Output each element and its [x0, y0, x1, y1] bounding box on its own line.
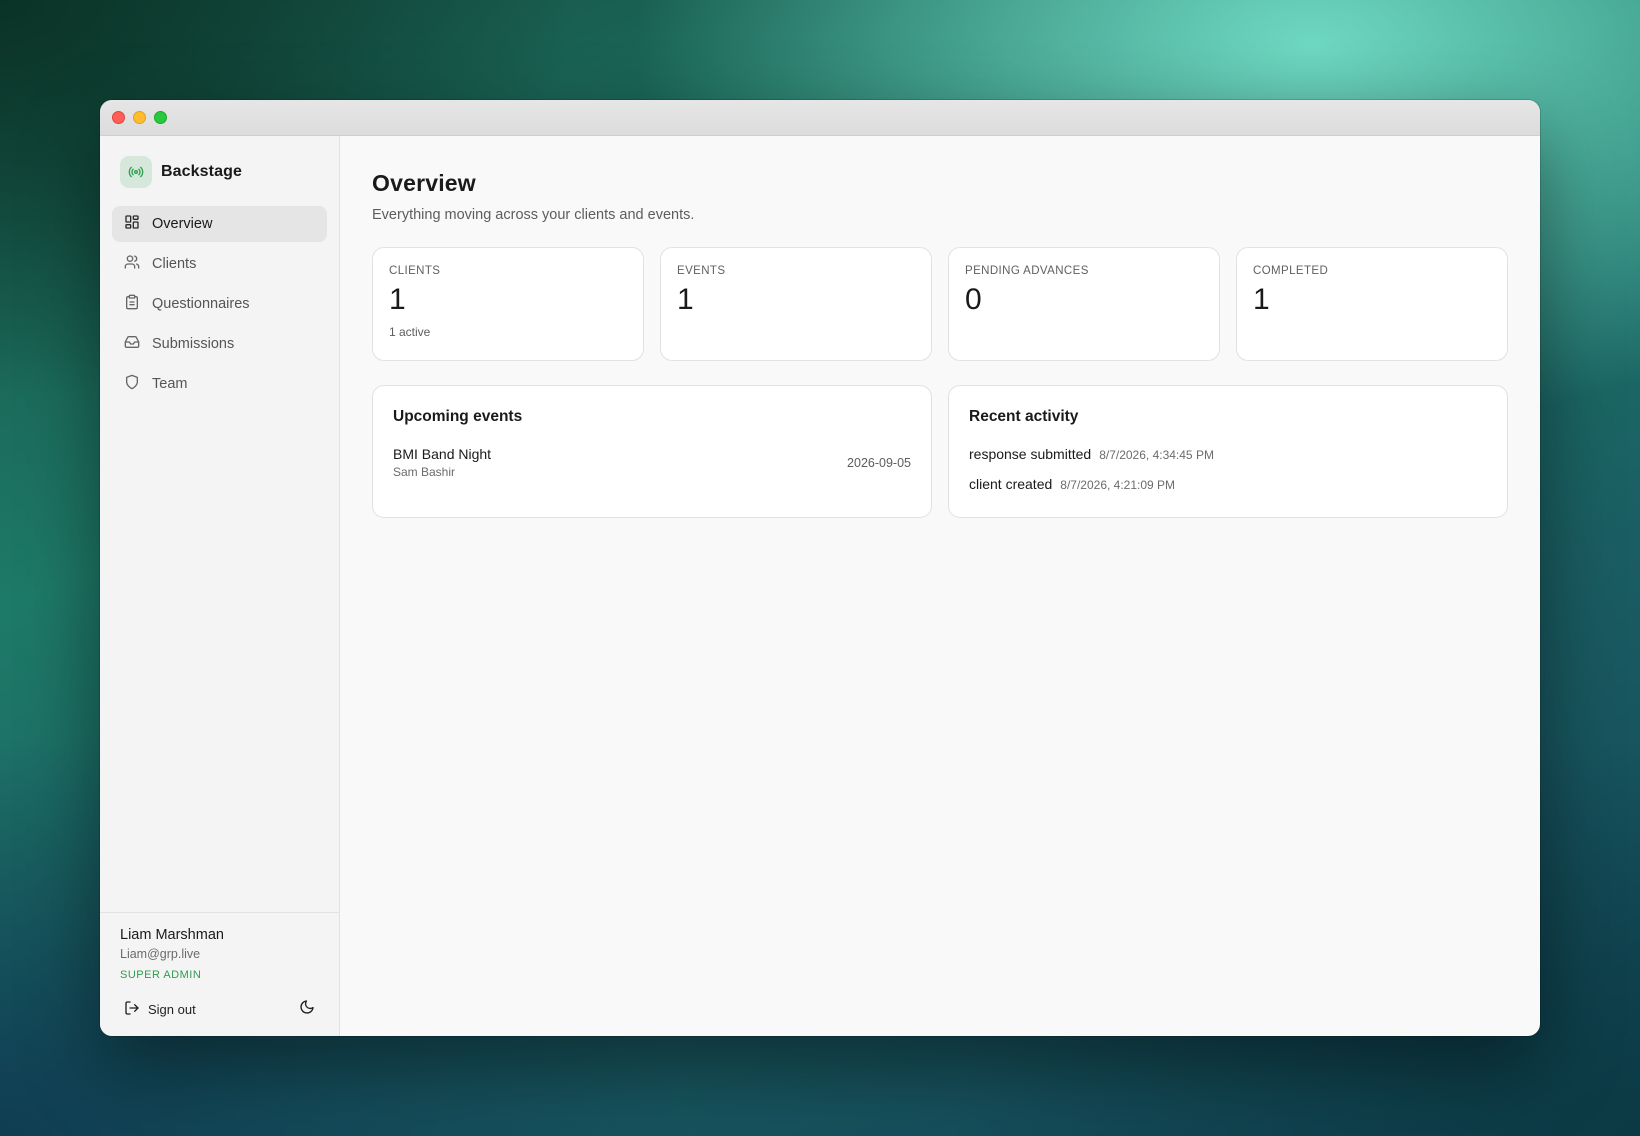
page-title: Overview [372, 170, 476, 196]
app-window: Backstage Overview Clients Questionnaire… [100, 100, 1540, 1036]
panel-title: Recent activity [969, 408, 1079, 425]
user-role-badge: SUPER ADMIN [120, 969, 202, 981]
event-date: 2026-09-05 [847, 455, 911, 470]
panels-grid: Upcoming events BMI Band Night Sam Bashi… [372, 385, 1508, 518]
sign-out-button[interactable]: Sign out [120, 996, 200, 1023]
close-window-button[interactable] [112, 111, 125, 124]
sidebar-item-team[interactable]: Team [112, 366, 327, 402]
sidebar-item-questionnaires[interactable]: Questionnaires [112, 286, 327, 322]
dashboard-icon [124, 214, 140, 234]
stat-value: 0 [965, 283, 982, 316]
activity-row: client created 8/7/2026, 4:21:09 PM [969, 476, 1487, 492]
sign-out-label: Sign out [148, 1002, 196, 1017]
recent-activity-panel: Recent activity response submitted 8/7/2… [948, 385, 1508, 518]
stat-card-completed: COMPLETED 1 [1236, 247, 1508, 361]
stat-label: PENDING ADVANCES [965, 265, 1089, 277]
activity-time: 8/7/2026, 4:21:09 PM [1060, 478, 1176, 492]
activity-text: client created [969, 476, 1053, 492]
activity-time: 8/7/2026, 4:34:45 PM [1099, 448, 1214, 462]
stat-subtext: 1 active [389, 325, 431, 339]
panel-title: Upcoming events [393, 408, 523, 425]
sidebar-item-submissions[interactable]: Submissions [112, 326, 327, 362]
event-row[interactable]: BMI Band Night Sam Bashir 2026-09-05 [393, 446, 911, 479]
stat-value: 1 [1253, 283, 1270, 316]
user-panel: Liam Marshman Liam@grp.live SUPER ADMIN … [100, 912, 339, 1036]
activity-text: response submitted [969, 446, 1092, 462]
user-email: Liam@grp.live [120, 947, 201, 961]
stats-grid: CLIENTS 1 1 active EVENTS 1 PENDING ADVA… [372, 247, 1508, 361]
sidebar-item-clients[interactable]: Clients [112, 246, 327, 282]
sidebar-item-overview[interactable]: Overview [112, 206, 327, 242]
event-client: Sam Bashir [393, 465, 456, 479]
theme-toggle-button[interactable] [295, 995, 319, 1024]
broadcast-icon [120, 156, 152, 188]
upcoming-events-panel: Upcoming events BMI Band Night Sam Bashi… [372, 385, 932, 518]
maximize-window-button[interactable] [154, 111, 167, 124]
stat-card-events: EVENTS 1 [660, 247, 932, 361]
stat-card-pending-advances: PENDING ADVANCES 0 [948, 247, 1220, 361]
shield-icon [124, 374, 140, 394]
stat-label: EVENTS [677, 265, 726, 277]
sidebar-nav: Overview Clients Questionnaires Submissi… [100, 206, 339, 402]
users-icon [124, 254, 140, 274]
activity-row: response submitted 8/7/2026, 4:34:45 PM [969, 446, 1487, 462]
sidebar-item-label: Overview [152, 216, 213, 232]
sidebar-item-label: Clients [152, 256, 197, 272]
stat-label: CLIENTS [389, 265, 441, 277]
sidebar-item-label: Team [152, 376, 188, 392]
stat-value: 1 [677, 283, 694, 316]
clipboard-icon [124, 294, 140, 314]
sidebar: Backstage Overview Clients Questionnaire… [100, 136, 340, 1036]
sidebar-item-label: Submissions [152, 336, 235, 352]
page-subtitle: Everything moving across your clients an… [372, 207, 695, 223]
minimize-window-button[interactable] [133, 111, 146, 124]
stat-card-clients: CLIENTS 1 1 active [372, 247, 644, 361]
title-bar [100, 100, 1540, 136]
sign-out-icon [124, 1000, 140, 1019]
sidebar-item-label: Questionnaires [152, 296, 250, 312]
moon-icon [299, 999, 315, 1020]
brand-name: Backstage [161, 163, 242, 180]
event-name: BMI Band Night [393, 446, 492, 462]
stat-label: COMPLETED [1253, 265, 1329, 277]
stat-value: 1 [389, 283, 406, 316]
user-name: Liam Marshman [120, 927, 224, 943]
main-content: Overview Everything moving across your c… [340, 136, 1540, 1036]
brand[interactable]: Backstage [100, 136, 339, 206]
inbox-icon [124, 334, 140, 354]
